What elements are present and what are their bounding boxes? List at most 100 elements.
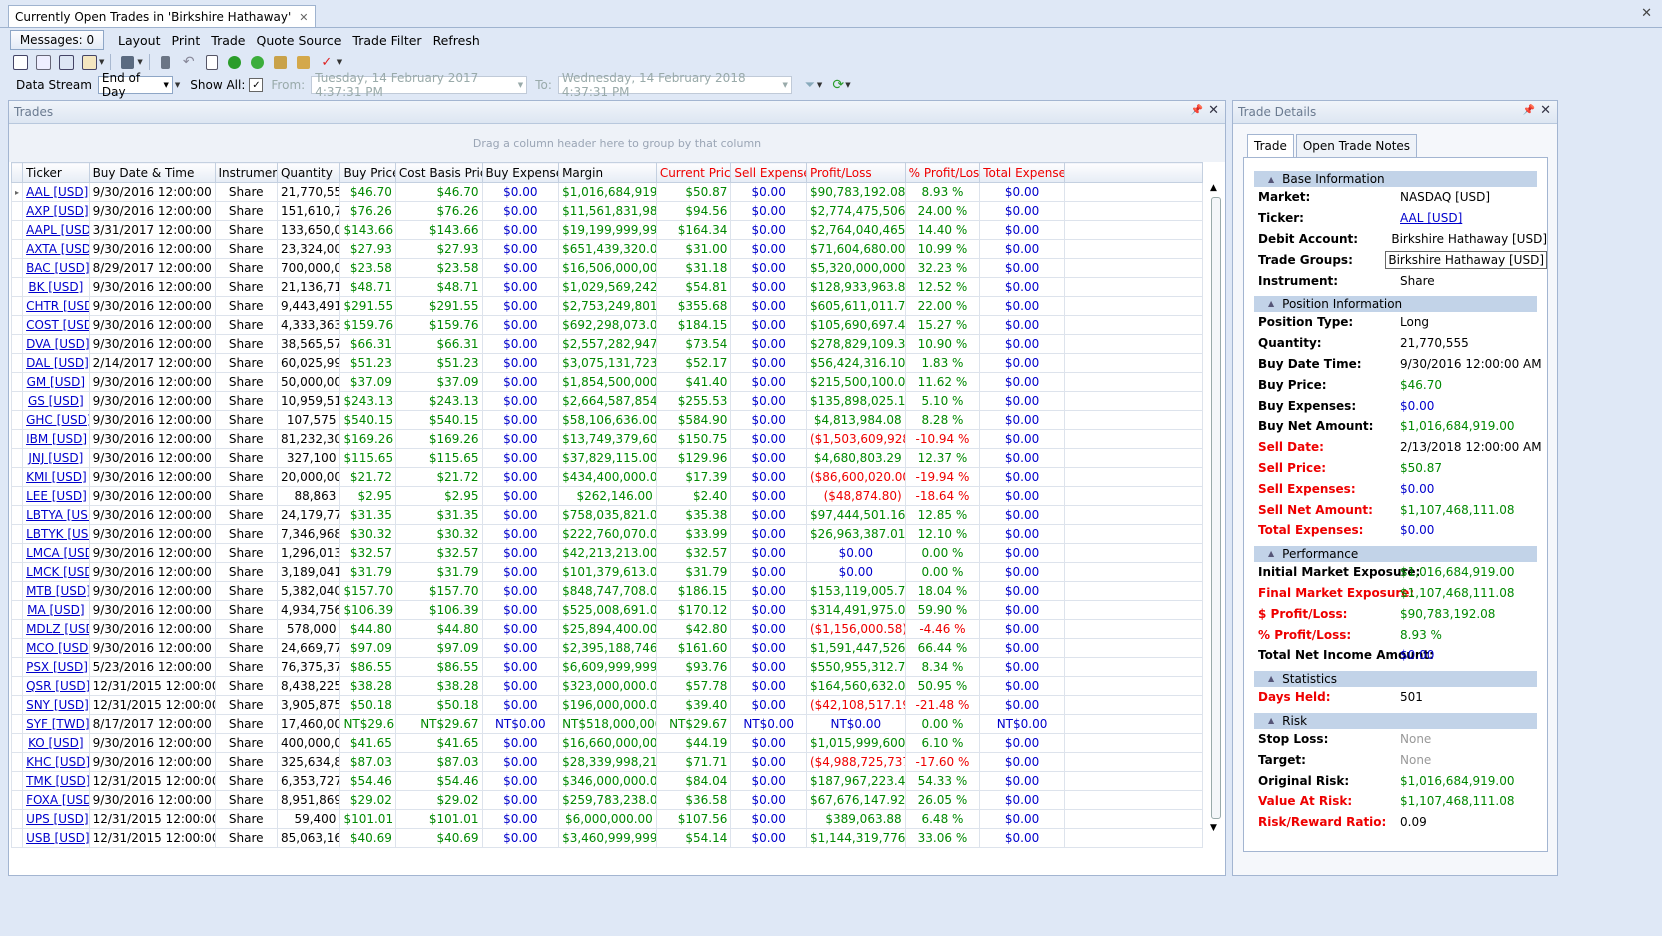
table-row[interactable]: KHC [USD]9/30/2016 12:00:00 AMShare325,6… <box>10 752 1204 772</box>
table-row[interactable]: DAL [USD]2/14/2017 12:00:00 AMShare60,02… <box>10 353 1204 373</box>
cell-ticker[interactable]: LEE [USD] <box>22 486 90 506</box>
group-by-area[interactable]: Drag a column header here to group by th… <box>9 124 1225 162</box>
cell-ticker[interactable]: SYF [TWD] <box>22 714 90 734</box>
row-selector[interactable] <box>10 543 24 563</box>
cell-ticker[interactable]: BK [USD] <box>22 277 90 297</box>
cell-ticker[interactable]: JNJ [USD] <box>22 448 90 468</box>
cell-ticker[interactable]: LBTYK [USD] <box>22 524 90 544</box>
cell-ticker[interactable]: MTB [USD] <box>22 581 90 601</box>
table-row[interactable]: KMI [USD]9/30/2016 12:00:00 AMShare20,00… <box>10 467 1204 487</box>
row-selector[interactable] <box>10 562 24 582</box>
table-row[interactable]: LEE [USD]9/30/2016 12:00:00 AMShare88,86… <box>10 486 1204 506</box>
report-icon[interactable] <box>79 53 99 71</box>
close-icon[interactable]: ✕ <box>299 11 308 24</box>
row-selector[interactable] <box>10 486 24 506</box>
row-selector[interactable] <box>10 429 24 449</box>
cell-ticker[interactable]: BAC [USD] <box>22 258 90 278</box>
cell-ticker[interactable]: GHC [USD] <box>22 410 90 430</box>
row-selector[interactable] <box>10 809 24 829</box>
menu-trade-filter[interactable]: Trade Filter <box>352 33 421 48</box>
column-header-margin[interactable]: Margin <box>558 162 657 183</box>
cell-ticker[interactable]: CHTR [USD] <box>22 296 90 316</box>
table-row[interactable]: BK [USD]9/30/2016 12:00:00 AMShare21,136… <box>10 277 1204 297</box>
scrollbar-thumb[interactable] <box>1211 197 1221 819</box>
menu-trade[interactable]: Trade <box>211 33 245 48</box>
vertical-scrollbar[interactable]: ▲ ▼ <box>1209 183 1221 833</box>
cell-ticker[interactable]: SNY [USD] <box>22 695 90 715</box>
close-window-icon[interactable]: ✕ <box>1641 6 1652 21</box>
table-row[interactable]: JNJ [USD]9/30/2016 12:00:00 AMShare327,1… <box>10 448 1204 468</box>
row-selector[interactable] <box>10 239 24 259</box>
chevron-down-icon[interactable]: ▼ <box>845 81 850 89</box>
collapse-icon[interactable]: ▲ <box>1268 549 1274 558</box>
column-header-total-expenses[interactable]: Total Expenses <box>979 162 1065 183</box>
row-selector[interactable] <box>10 581 24 601</box>
data-stream-select[interactable]: End of Day ▼ <box>97 71 173 99</box>
detail-value[interactable]: AAL [USD] <box>1400 211 1462 225</box>
cell-ticker[interactable]: GM [USD] <box>22 372 90 392</box>
section-header[interactable]: ▲ Base Information <box>1254 171 1537 187</box>
row-selector[interactable] <box>10 505 24 525</box>
cell-ticker[interactable]: AXTA [USD] <box>22 239 90 259</box>
table-row[interactable]: USB [USD]12/31/2015 12:00:00 AMShare85,0… <box>10 828 1204 848</box>
collapse-icon[interactable]: ▲ <box>1268 299 1274 308</box>
row-selector[interactable] <box>10 790 24 810</box>
table-row[interactable]: BAC [USD]8/29/2017 12:00:00 AMShare700,0… <box>10 258 1204 278</box>
cell-ticker[interactable]: MCO [USD] <box>22 638 90 658</box>
row-selector[interactable] <box>10 334 24 354</box>
table-row[interactable]: TMK [USD]12/31/2015 12:00:00 AMShare6,35… <box>10 771 1204 791</box>
row-selector[interactable] <box>10 220 24 240</box>
cell-ticker[interactable]: KMI [USD] <box>22 467 90 487</box>
cell-ticker[interactable]: FOXA [USD] <box>22 790 90 810</box>
current-row-indicator[interactable]: ▸ <box>10 182 24 202</box>
column-header-instrument[interactable]: Instrument <box>214 162 278 183</box>
section-header[interactable]: ▲ Risk <box>1254 712 1537 729</box>
column-header-profit-loss[interactable]: Profit/Loss <box>805 162 906 183</box>
row-selector[interactable] <box>10 600 24 620</box>
close-icon[interactable]: ✕ <box>1208 103 1219 118</box>
lock-icon[interactable] <box>271 53 291 71</box>
row-selector[interactable] <box>10 714 24 734</box>
menu-layout[interactable]: Layout <box>118 33 161 48</box>
cell-ticker[interactable]: LMCA [USD] <box>22 543 90 563</box>
table-row[interactable]: KO [USD]9/30/2016 12:00:00 AMShare400,00… <box>10 733 1204 753</box>
cell-ticker[interactable]: KHC [USD] <box>22 752 90 772</box>
table-row[interactable]: SYF [TWD]8/17/2017 12:00:00 AMShare17,46… <box>10 714 1204 734</box>
cell-ticker[interactable]: COST [USD] <box>22 315 90 335</box>
table-row[interactable]: AXTA [USD]9/30/2016 12:00:00 AMShare23,3… <box>10 239 1204 259</box>
table-row[interactable]: AAPL [USD]3/31/2017 12:00:00 AMShare133,… <box>10 220 1204 240</box>
menu-refresh[interactable]: Refresh <box>433 33 480 48</box>
table-row[interactable]: MA [USD]9/30/2016 12:00:00 AMShare4,934,… <box>10 600 1204 620</box>
row-selector[interactable] <box>10 391 24 411</box>
row-selector[interactable] <box>10 638 24 658</box>
chevron-down-icon[interactable]: ▼ <box>337 58 342 66</box>
tab-open-trade-notes[interactable]: Open Trade Notes <box>1295 134 1418 157</box>
cell-ticker[interactable]: LBTYA [USD] <box>22 505 90 525</box>
cell-ticker[interactable]: PSX [USD] <box>22 657 90 677</box>
collapse-icon[interactable]: ▲ <box>1268 674 1274 683</box>
row-selector[interactable] <box>10 695 24 715</box>
row-selector[interactable] <box>10 201 24 221</box>
column-header-pct-profit-loss[interactable]: % Profit/Loss <box>904 162 981 183</box>
table-row[interactable]: ▸AAL [USD]9/30/2016 12:00:00 AMShare21,7… <box>10 182 1204 202</box>
cell-ticker[interactable]: AXP [USD] <box>22 201 90 221</box>
section-header[interactable]: ▲ Statistics <box>1254 670 1537 687</box>
cell-ticker[interactable]: IBM [USD] <box>22 429 90 449</box>
unlock-icon[interactable] <box>294 53 314 71</box>
column-header-buy-date[interactable]: Buy Date & Time <box>88 162 216 183</box>
view-icon[interactable] <box>10 53 30 71</box>
row-selector[interactable] <box>10 657 24 677</box>
row-selector[interactable] <box>10 410 24 430</box>
cell-ticker[interactable]: GS [USD] <box>22 391 90 411</box>
row-selector[interactable] <box>10 467 24 487</box>
cell-ticker[interactable]: TMK [USD] <box>22 771 90 791</box>
pin-icon[interactable]: 📌 <box>1523 105 1535 116</box>
column-header-ticker[interactable]: Ticker <box>22 162 90 183</box>
collapse-icon[interactable]: ▲ <box>1268 175 1274 184</box>
refresh-icon[interactable] <box>248 53 268 71</box>
table-row[interactable]: QSR [USD]12/31/2015 12:00:00 AMShare8,43… <box>10 676 1204 696</box>
cell-ticker[interactable]: QSR [USD] <box>22 676 90 696</box>
table-row[interactable]: MTB [USD]9/30/2016 12:00:00 AMShare5,382… <box>10 581 1204 601</box>
cell-ticker[interactable]: MDLZ [USD] <box>22 619 90 639</box>
undo-icon[interactable]: ↶ <box>179 53 199 71</box>
